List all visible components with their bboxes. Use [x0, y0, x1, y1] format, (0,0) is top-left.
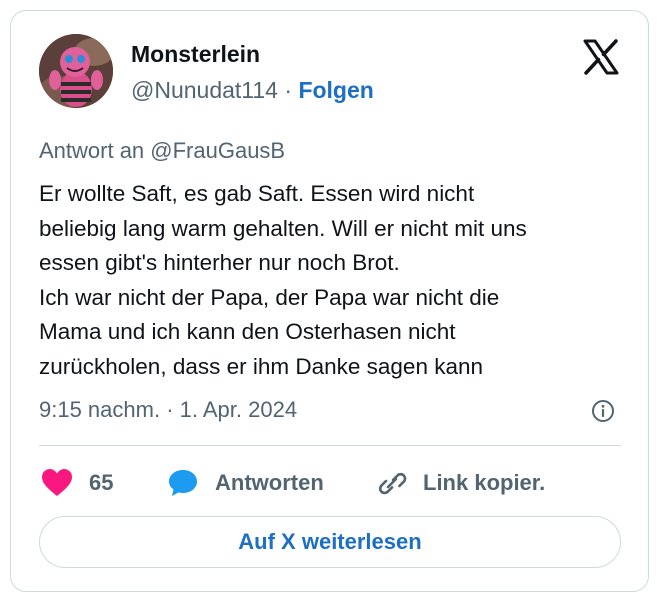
- follow-link[interactable]: Folgen: [298, 77, 373, 103]
- heart-icon: [42, 469, 72, 496]
- speech-bubble-icon: [169, 470, 197, 496]
- tweet-text-line: Er wollte Saft, es gab Saft. Essen wird …: [39, 181, 475, 206]
- tweet-card: Monsterlein @Nunudat114 · Folgen Antwort…: [10, 10, 649, 592]
- tweet-text-line: beliebig lang warm gehalten. Will er nic…: [39, 215, 527, 241]
- tweet-text-line: zurückholen, dass er ihm Danke sagen kan…: [39, 353, 484, 379]
- avatar-image: [39, 34, 113, 108]
- reply-to-label[interactable]: Antwort an @FrauGausB: [39, 138, 285, 164]
- copy-link-label: Link kopier.: [423, 470, 546, 495]
- tweet-text-line: essen gibt's hinterher nur noch Brot.: [39, 250, 400, 275]
- avatar[interactable]: [39, 34, 113, 108]
- copy-link-button[interactable]: Link kopier.: [377, 466, 545, 500]
- reply-label: Antworten: [215, 470, 324, 495]
- tweet-timestamp[interactable]: 9:15 nachm. · 1. Apr. 2024: [39, 397, 297, 423]
- author-name[interactable]: Monsterlein: [131, 41, 260, 68]
- like-count: 65: [89, 470, 114, 495]
- author-handle[interactable]: @Nunudat114: [131, 77, 278, 103]
- reply-button[interactable]: Antworten: [167, 466, 324, 500]
- divider: [39, 445, 621, 446]
- read-more-button[interactable]: Auf X weiterlesen: [39, 516, 621, 568]
- tweet-text-line: Ich war nicht der Papa, der Papa war nic…: [39, 284, 500, 310]
- author-handle-row: @Nunudat114 · Folgen: [131, 77, 374, 104]
- handle-separator: ·: [284, 77, 293, 103]
- tweet-text-line: Mama und ich kann den Osterhasen nicht: [39, 319, 456, 344]
- x-logo-icon[interactable]: [581, 37, 621, 77]
- info-icon[interactable]: [591, 399, 615, 423]
- link-icon: [378, 472, 407, 495]
- tweet-text: Er wollte Saft, es gab Saft. Essen wird …: [39, 177, 629, 384]
- like-button[interactable]: 65: [41, 466, 113, 500]
